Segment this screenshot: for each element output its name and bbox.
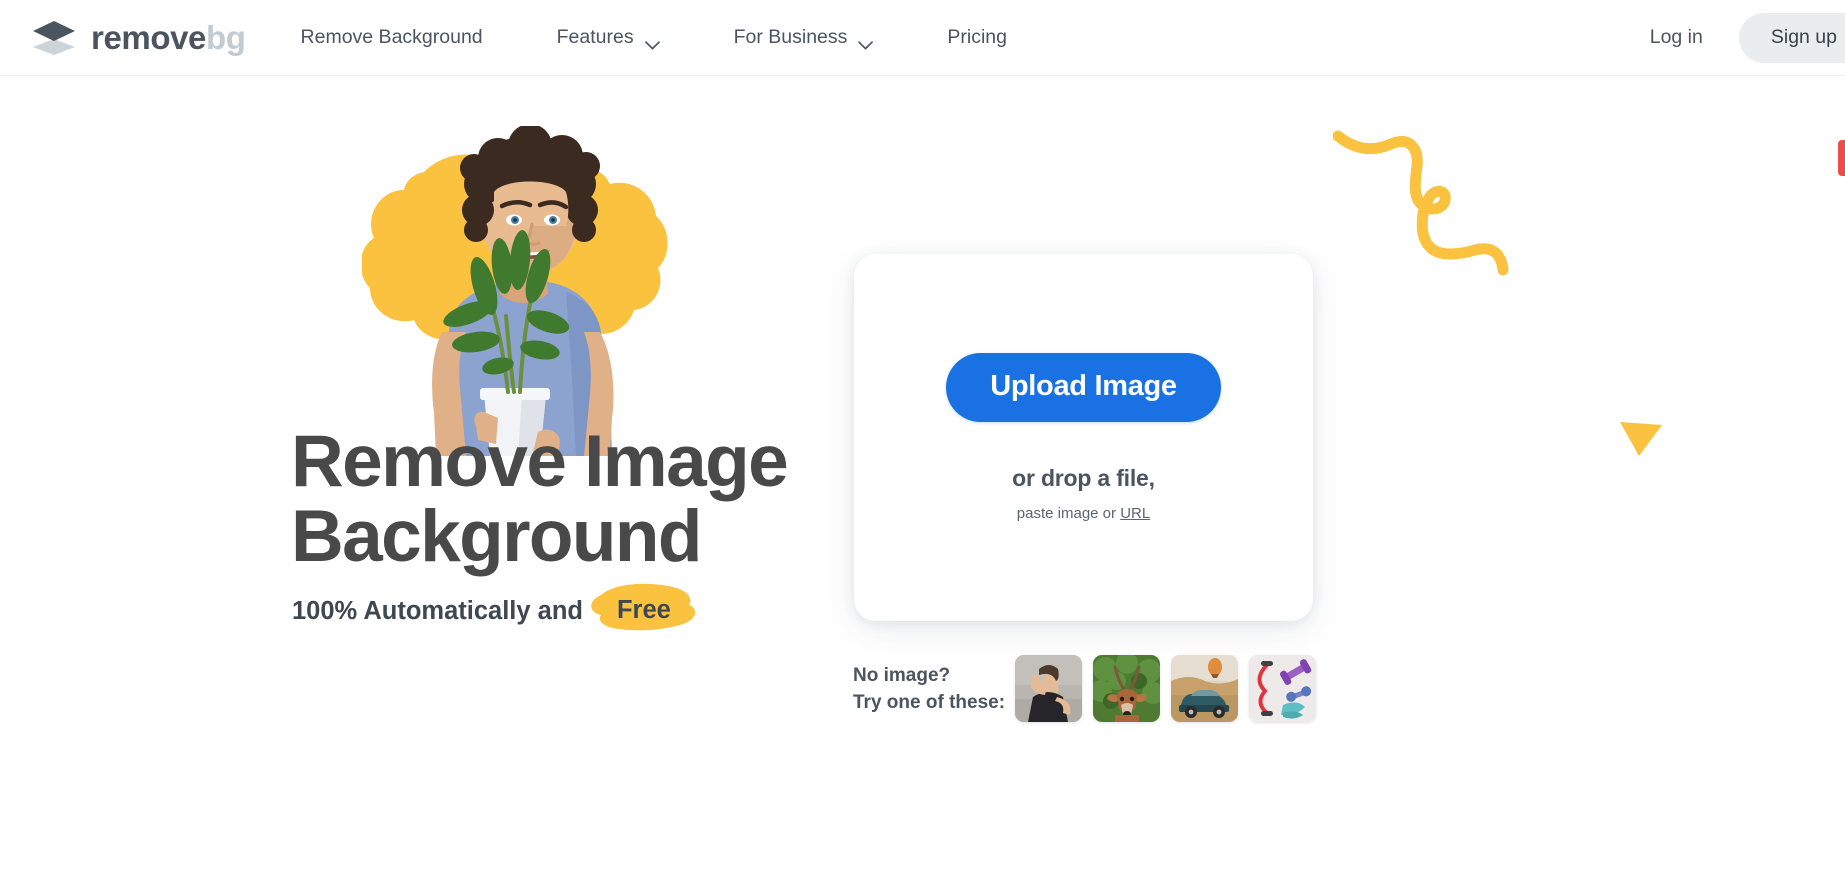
primary-navigation: Remove Background Features For Business …	[301, 16, 1007, 59]
brand-name-primary: remove	[91, 19, 207, 56]
upload-dropzone-card[interactable]: Upload Image or drop a file, paste image…	[854, 254, 1313, 621]
sample-woman-flexing[interactable]	[1015, 655, 1082, 722]
sample-label-line-2: Try one of these:	[853, 691, 1006, 713]
login-link[interactable]: Log in	[1650, 26, 1703, 49]
stacked-layers-diamond-icon	[31, 20, 77, 55]
free-highlight: Free	[591, 583, 695, 631]
header-actions: Log in Sign up	[1650, 12, 1845, 63]
nav-item-for-business[interactable]: For Business	[734, 16, 874, 59]
signup-button[interactable]: Sign up	[1738, 12, 1845, 63]
hero-subtitle: 100% Automatically and Free	[292, 583, 695, 631]
hero-title-line-1: Remove Image	[291, 421, 789, 502]
url-link[interactable]: URL	[1120, 505, 1150, 522]
sample-label-line-1: No image?	[853, 664, 951, 686]
nav-label: For Business	[733, 26, 848, 48]
nav-label: Features	[556, 26, 634, 48]
sample-vintage-car[interactable]	[1171, 655, 1238, 722]
yellow-squiggle-line-icon	[1332, 128, 1583, 388]
free-label: Free	[616, 596, 671, 624]
nav-item-features[interactable]: Features	[557, 16, 660, 59]
nav-label: Pricing	[947, 26, 1007, 48]
chevron-down-icon	[644, 33, 660, 50]
removebg-landing-page: removebg Remove Background Features For …	[0, 0, 1845, 874]
sample-images-label: No image? Try one of these:	[853, 662, 1015, 716]
sample-fitness-gear[interactable]	[1249, 655, 1316, 722]
paste-hint-prefix: paste image or	[1016, 505, 1117, 522]
nav-item-pricing[interactable]: Pricing	[947, 16, 1007, 59]
hero-subtitle-text: 100% Automatically and	[292, 597, 583, 625]
nav-label: Remove Background	[300, 26, 483, 48]
yellow-triangle-down-icon	[1617, 418, 1665, 458]
brand-wordmark: removebg	[91, 21, 246, 54]
nav-item-remove-background[interactable]: Remove Background	[301, 16, 483, 59]
hero-section: Remove Image Background 100% Automatical…	[0, 76, 930, 874]
hero-title-line-2: Background	[291, 496, 702, 577]
upload-image-button[interactable]: Upload Image	[946, 353, 1221, 422]
drop-file-label: or drop a file,	[1012, 465, 1155, 491]
paste-url-hint: paste image or URL	[1017, 505, 1150, 522]
chevron-down-icon	[858, 33, 874, 50]
site-header: removebg Remove Background Features For …	[0, 0, 1845, 76]
sample-images-section: No image? Try one of these:	[853, 655, 1316, 722]
brand-name-secondary: bg	[206, 19, 246, 56]
red-edge-bar-icon	[1838, 140, 1845, 176]
brand-logo[interactable]: removebg	[31, 20, 246, 55]
hero-illustration	[320, 126, 700, 456]
man-with-plant-photo	[380, 126, 650, 456]
sample-thumbnail-list	[1015, 655, 1316, 722]
sample-impala[interactable]	[1093, 655, 1160, 722]
page-title: Remove Image Background	[291, 424, 911, 574]
